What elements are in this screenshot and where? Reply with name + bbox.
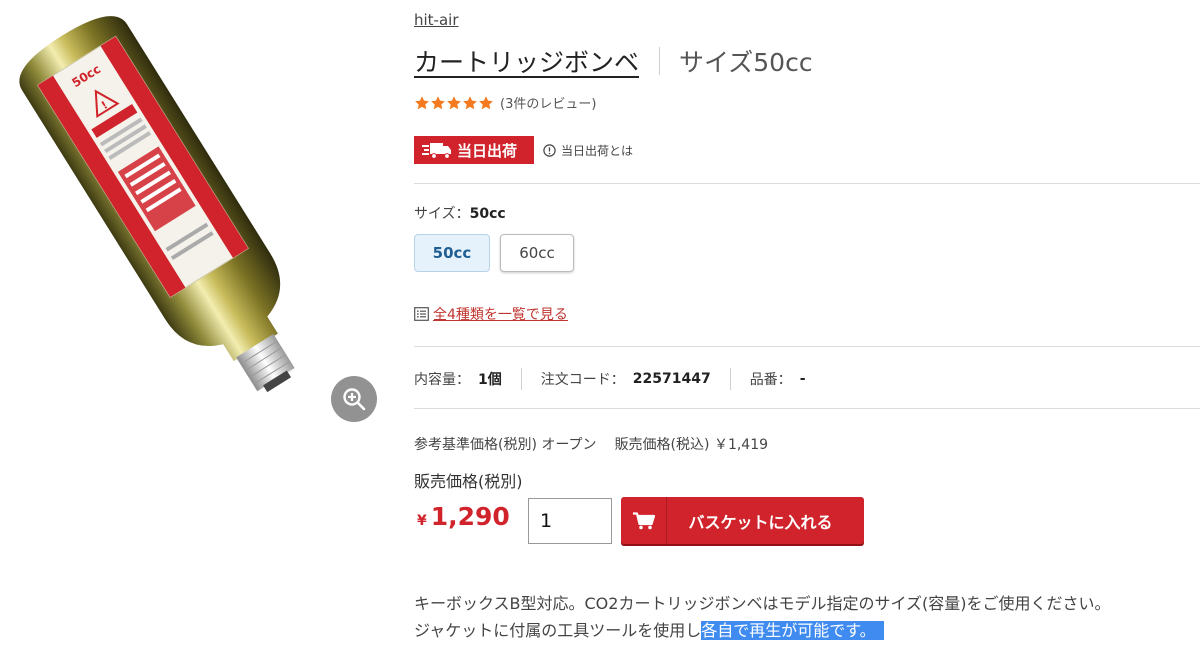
list-icon (414, 307, 429, 321)
size-options: 50cc 60cc (414, 234, 574, 272)
title-row: カートリッジボンベ サイズ50cc (414, 43, 813, 79)
selected-text: 各自で再生が可能です。 (701, 621, 884, 640)
zoom-button[interactable] (331, 376, 377, 422)
spec-value: - (799, 371, 806, 387)
quantity-input[interactable] (528, 498, 612, 544)
size-option-50cc[interactable]: 50cc (414, 234, 490, 272)
description-line: ジャケットに付属の工具ツールを使用し各自で再生が可能です。 (414, 617, 1110, 644)
spec-capacity: 内容量： 1個 (414, 369, 502, 389)
shipping-help-label[interactable]: 当日出荷とは (561, 142, 633, 159)
same-day-shipping-badge: 当日出荷 (414, 136, 534, 164)
variant-title: サイズ50cc (679, 48, 813, 77)
tax-included-price: ￥1,419 (713, 437, 769, 453)
star-icon (431, 95, 445, 109)
all-variants-link[interactable]: 全4種類を一覧で見る (414, 304, 568, 324)
spec-label: 注文コード： (540, 372, 625, 388)
size-label-text: サイズ： (414, 206, 470, 222)
spec-row: 内容量： 1個 注文コード： 22571447 品番： - (414, 368, 806, 390)
description-text: ジャケットに付属の工具ツールを使用し (414, 621, 702, 640)
spec-order-code: 注文コード： 22571447 (541, 369, 711, 389)
reference-price-row: 参考基準価格(税別) オープン 販売価格(税込) ￥1,419 (414, 434, 768, 454)
zoom-in-icon (343, 388, 366, 411)
info-circle-icon (543, 143, 556, 157)
reference-price-value: オープン (541, 437, 597, 453)
truck-icon (422, 143, 451, 159)
sale-price-label: 販売価格(税別) (414, 472, 523, 491)
product-description: キーボックスB型対応。CO2カートリッジボンベはモデル指定のサイズ(容量)をご使… (414, 590, 1110, 644)
star-icon (463, 95, 477, 109)
star-rating (414, 95, 494, 111)
spec-value: 22571447 (632, 371, 711, 387)
divider (414, 346, 1200, 347)
spec-separator (520, 368, 522, 390)
divider (414, 408, 1200, 409)
star-icon (479, 95, 493, 109)
all-variants-label[interactable]: 全4種類を一覧で見る (433, 304, 568, 324)
spec-part-number: 品番： - (750, 369, 806, 389)
spec-label: 内容量： (414, 372, 470, 388)
star-icon (447, 95, 461, 109)
review-count[interactable]: (3件のレビュー) (500, 93, 596, 112)
star-icon (415, 95, 429, 109)
size-label: サイズ：50cc (414, 203, 506, 223)
product-image[interactable]: 50cc ! (0, 0, 390, 450)
shipping-help-link[interactable]: 当日出荷とは (543, 142, 633, 159)
add-to-cart-button[interactable]: バスケットに入れる (621, 497, 864, 544)
brand-link[interactable]: hit-air (414, 11, 459, 29)
reference-price-label: 参考基準価格(税別) (414, 437, 537, 453)
description-line: キーボックスB型対応。CO2カートリッジボンベはモデル指定のサイズ(容量)をご使… (414, 594, 1111, 613)
price-amount: 1,290 (430, 502, 510, 531)
spec-separator (729, 368, 731, 390)
add-to-cart-label[interactable]: バスケットに入れる (667, 509, 864, 533)
spec-label: 品番： (749, 372, 792, 388)
shipping-badge-label: 当日出荷 (457, 141, 518, 160)
product-image-area: 50cc ! (0, 0, 390, 450)
size-option-60cc[interactable]: 60cc (500, 234, 574, 272)
size-selected-value: 50cc (469, 206, 506, 222)
sale-price: ¥1,290 (417, 502, 510, 531)
shipping-row: 当日出荷 当日出荷とは (414, 136, 633, 164)
rating[interactable]: (3件のレビュー) (414, 93, 596, 112)
currency-symbol: ¥ (417, 513, 427, 529)
title-divider (659, 47, 661, 75)
cart-icon-box (621, 497, 667, 544)
divider (414, 183, 1200, 184)
spec-value: 1個 (478, 372, 502, 388)
tax-included-label: 販売価格(税込) (614, 437, 710, 453)
product-title: カートリッジボンベ (414, 48, 640, 77)
cart-icon (632, 511, 655, 529)
